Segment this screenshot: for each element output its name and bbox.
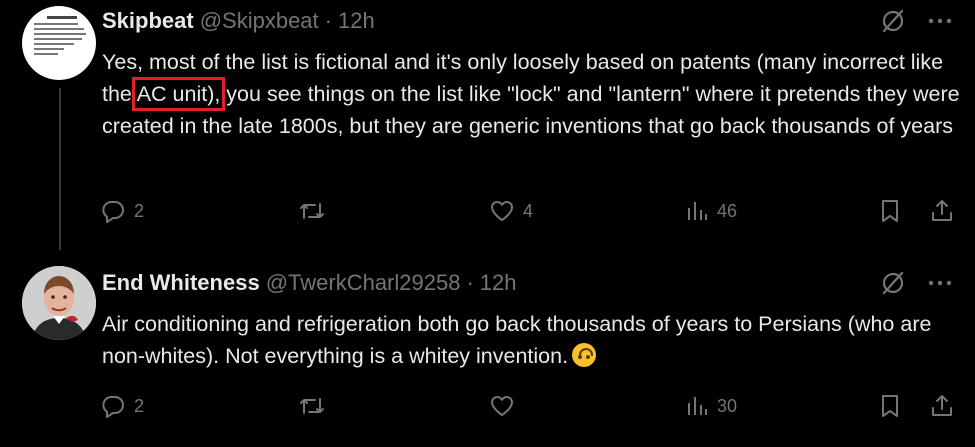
tweet-text: Air conditioning and refrigeration both …	[102, 308, 962, 372]
heart-icon	[489, 198, 515, 224]
separator-dot: ·	[466, 270, 474, 295]
retweet-icon	[298, 198, 326, 224]
view-count: 46	[717, 200, 738, 221]
share-button[interactable]	[930, 393, 954, 419]
reply-bubble-icon	[100, 393, 126, 419]
tweet[interactable]: Skipbeat @Skipxbeat · 12h Yes, most of t…	[0, 0, 975, 250]
tweet-header-actions	[880, 8, 952, 34]
share-icon	[930, 393, 954, 419]
retweet-button[interactable]	[298, 393, 334, 419]
like-count: 4	[523, 200, 534, 221]
timestamp[interactable]: 12h	[480, 270, 517, 296]
tweet-text-part: Air conditioning and refrigeration both …	[102, 312, 932, 368]
reply-count: 2	[134, 395, 145, 416]
separator-dot: ·	[324, 8, 332, 33]
tweet-text: Yes, most of the list is fictional and i…	[102, 46, 962, 142]
display-name[interactable]: Skipbeat	[102, 8, 194, 34]
more-dots-icon[interactable]	[928, 279, 952, 287]
avatar[interactable]	[22, 266, 96, 340]
like-button[interactable]: 4	[489, 198, 533, 224]
user-handle[interactable]: @TwerkCharl29258	[266, 270, 461, 296]
upside-down-face-emoji	[572, 343, 597, 367]
bookmark-button[interactable]	[878, 198, 902, 224]
thread-connector-line	[59, 88, 61, 250]
grok-slash-icon[interactable]	[880, 8, 906, 34]
highlighted-text: AC unit),	[131, 77, 226, 111]
reply-count: 2	[134, 200, 145, 221]
views-button[interactable]: 46	[685, 198, 737, 224]
display-name[interactable]: End Whiteness	[102, 270, 260, 296]
tweet-header: Skipbeat @Skipxbeat · 12h	[102, 8, 375, 34]
avatar-document-image	[34, 16, 90, 58]
user-handle[interactable]: @Skipxbeat	[200, 8, 319, 34]
heart-icon	[489, 393, 515, 419]
retweet-button[interactable]	[298, 198, 334, 224]
tweet-header-actions	[880, 270, 952, 296]
reply-bubble-icon	[100, 198, 126, 224]
bookmark-button[interactable]	[878, 393, 902, 419]
avatar-portrait-image	[22, 266, 96, 340]
retweet-icon	[298, 393, 326, 419]
view-count: 30	[717, 395, 738, 416]
tweet-actions: 2 30	[100, 393, 960, 421]
bookmark-icon	[878, 393, 902, 419]
bookmark-icon	[878, 198, 902, 224]
share-icon	[930, 198, 954, 224]
avatar[interactable]	[22, 6, 96, 80]
grok-slash-icon[interactable]	[880, 270, 906, 296]
tweet-header: End Whiteness @TwerkCharl29258 · 12h	[102, 270, 517, 296]
tweet[interactable]: End Whiteness @TwerkCharl29258 · 12h Air…	[0, 250, 975, 447]
analytics-bars-icon	[685, 198, 709, 224]
like-button[interactable]	[489, 393, 523, 419]
more-dots-icon[interactable]	[928, 17, 952, 25]
tweet-actions: 2 4 46	[100, 198, 960, 226]
share-button[interactable]	[930, 198, 954, 224]
reply-button[interactable]: 2	[100, 393, 144, 419]
views-button[interactable]: 30	[685, 393, 737, 419]
reply-button[interactable]: 2	[100, 198, 144, 224]
tweet-text-part: you see things on the list like "lock" a…	[102, 82, 960, 138]
analytics-bars-icon	[685, 393, 709, 419]
tweet-feed: Skipbeat @Skipxbeat · 12h Yes, most of t…	[0, 0, 975, 447]
timestamp[interactable]: 12h	[338, 8, 375, 34]
